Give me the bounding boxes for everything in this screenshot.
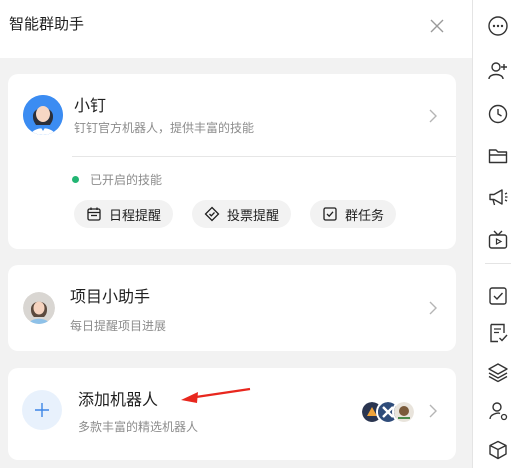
live-tv-icon[interactable] — [487, 229, 509, 251]
chevron-right-icon[interactable] — [426, 109, 440, 123]
xiaoding-name: 小钉 — [74, 96, 107, 115]
more-dots-icon[interactable] — [487, 15, 509, 37]
add-robot-description: 多款丰富的精选机器人 — [78, 420, 199, 434]
skill-chip-schedule-reminder[interactable]: 日程提醒 — [74, 200, 174, 228]
vote-icon — [204, 206, 220, 222]
robot-avatar-stack — [360, 400, 416, 424]
add-robot-card[interactable]: 添加机器人 多款丰富的精选机器人 — [8, 368, 456, 460]
xiaoding-avatar — [23, 95, 63, 135]
close-icon[interactable] — [426, 15, 448, 37]
project-assistant-description: 每日提醒项目进展 — [70, 319, 167, 333]
app-box-icon[interactable] — [487, 439, 509, 461]
group-assistant-panel: 智能群助手 小钉 钉钉官方机器人，提供丰富的技能 已开启的技能 日程提醒 投票提… — [0, 0, 472, 468]
panel-header: 智能群助手 — [0, 0, 472, 58]
right-sidebar — [473, 0, 522, 468]
project-assistant-card[interactable]: 项目小助手 每日提醒项目进展 — [8, 265, 456, 351]
folder-icon[interactable] — [487, 145, 509, 167]
robot-avatar — [392, 400, 416, 424]
task-checkbox-icon — [322, 206, 338, 222]
skills-status: 已开启的技能 — [72, 171, 162, 187]
add-robot-title: 添加机器人 — [78, 390, 159, 409]
add-member-icon[interactable] — [487, 60, 509, 82]
chevron-right-icon[interactable] — [426, 301, 440, 315]
chevron-right-icon[interactable] — [426, 404, 440, 418]
xiaoding-description: 钉钉官方机器人，提供丰富的技能 — [74, 121, 255, 135]
calendar-icon — [86, 206, 102, 222]
skill-label: 投票提醒 — [227, 208, 280, 224]
skill-label: 日程提醒 — [109, 208, 162, 224]
announcement-megaphone-icon[interactable] — [487, 186, 509, 208]
member-settings-icon[interactable] — [487, 400, 509, 422]
skills-status-label: 已开启的技能 — [90, 172, 163, 187]
add-robot-button[interactable] — [22, 390, 62, 430]
history-clock-icon[interactable] — [487, 103, 509, 125]
skill-chip-group-task[interactable]: 群任务 — [310, 200, 397, 228]
skill-chip-vote-reminder[interactable]: 投票提醒 — [192, 200, 292, 228]
panel-title: 智能群助手 — [9, 15, 85, 33]
project-assistant-avatar — [23, 292, 55, 324]
sidebar-separator — [485, 263, 511, 264]
plus-icon — [34, 402, 50, 418]
approval-doc-icon[interactable] — [487, 322, 509, 344]
status-dot — [72, 175, 79, 183]
skill-label: 群任务 — [345, 208, 385, 224]
divider — [72, 156, 456, 157]
annotation-arrow — [178, 384, 254, 406]
xiaoding-robot-card[interactable]: 小钉 钉钉官方机器人，提供丰富的技能 已开启的技能 日程提醒 投票提醒 群任务 — [8, 74, 456, 249]
layers-icon[interactable] — [487, 361, 509, 383]
project-assistant-name: 项目小助手 — [70, 287, 151, 306]
checkbox-icon[interactable] — [487, 285, 509, 307]
